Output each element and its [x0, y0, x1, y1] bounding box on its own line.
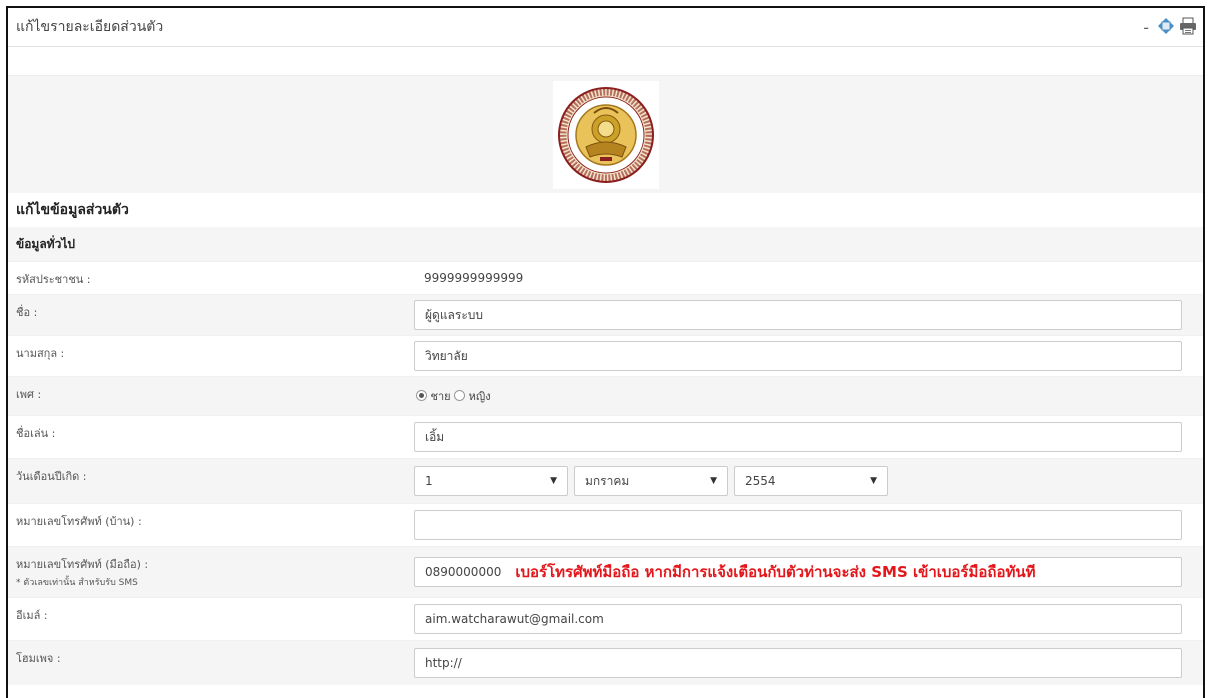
chevron-down-icon: ▼ [870, 476, 877, 486]
homepage-input[interactable]: http:// [414, 648, 1182, 678]
row-first-name: ชื่อ : ผู้ดูแลระบบ [8, 294, 1203, 335]
window-tools: - [1143, 17, 1197, 38]
logo-box [552, 80, 659, 189]
logo-row [8, 75, 1203, 193]
gender-male-radio[interactable] [416, 390, 427, 401]
mobile-phone-label: หมายเลขโทรศัพท์ (มือถือ) : [16, 558, 149, 571]
first-name-input[interactable]: ผู้ดูแลระบบ [414, 300, 1182, 330]
first-name-label: ชื่อ : [16, 306, 38, 319]
chevron-down-icon: ▼ [710, 476, 717, 486]
print-icon[interactable] [1179, 17, 1197, 38]
last-name-input[interactable]: วิทยาลัย [414, 341, 1182, 371]
birth-day-value: 1 [425, 474, 433, 488]
chevron-down-icon: ▼ [550, 476, 557, 486]
birth-year-select[interactable]: 2554 ▼ [734, 466, 888, 496]
home-phone-label: หมายเลขโทรศัพท์ (บ้าน) : [16, 515, 142, 528]
window-title: แก้ไขรายละเอียดส่วนตัว [16, 19, 164, 35]
last-name-label: นามสกุล : [16, 347, 65, 360]
mobile-phone-input[interactable]: 0890000000 เบอร์โทรศัพท์มือถือ หากมีการแ… [414, 557, 1182, 587]
window-frame: แก้ไขรายละเอียดส่วนตัว - แก้ไขข้อมูลส่วน… [6, 6, 1205, 698]
gender-options: ชาย หญิง [414, 387, 491, 405]
birth-year-value: 2554 [745, 474, 776, 488]
nickname-input[interactable]: เอิ้ม [414, 422, 1182, 452]
citizen-id-label: รหัสประชาชน : [16, 273, 91, 286]
birth-day-select[interactable]: 1 ▼ [414, 466, 568, 496]
home-phone-input[interactable] [414, 510, 1182, 540]
gender-female-radio[interactable] [454, 390, 466, 401]
row-home-phone: หมายเลขโทรศัพท์ (บ้าน) : [8, 503, 1203, 546]
mobile-phone-label-block: หมายเลขโทรศัพท์ (มือถือ) : * ตัวเลขเท่าน… [8, 547, 414, 597]
sms-notice: เบอร์โทรศัพท์มือถือ หากมีการแจ้งเตือนกับ… [515, 563, 1036, 581]
mobile-phone-value: 0890000000 [425, 565, 502, 579]
row-birthdate: วันเดือนปีเกิด : 1 ▼ มกราคม ▼ 2554 ▼ [8, 458, 1203, 503]
section-general: ข้อมูลทั่วไป [8, 227, 1203, 261]
form-heading: แก้ไขข้อมูลส่วนตัว [8, 193, 1203, 227]
birth-month-value: มกราคม [585, 473, 630, 488]
row-citizen-id: รหัสประชาชน : 9999999999999 [8, 261, 1203, 294]
row-last-name: นามสกุล : วิทยาลัย [8, 335, 1203, 376]
move-icon[interactable] [1157, 17, 1175, 38]
row-email: อีเมล์ : aim.watcharawut@gmail.com [8, 597, 1203, 640]
top-spacer [8, 47, 1203, 75]
nickname-label: ชื่อเล่น : [16, 427, 56, 440]
email-input[interactable]: aim.watcharawut@gmail.com [414, 604, 1182, 634]
gender-label: เพศ : [16, 388, 42, 401]
minimize-button[interactable]: - [1143, 18, 1149, 37]
citizen-id-value: 9999999999999 [424, 271, 524, 285]
gender-male-label[interactable]: ชาย [431, 390, 451, 403]
row-gender: เพศ : ชาย หญิง [8, 376, 1203, 415]
row-nickname: ชื่อเล่น : เอิ้ม [8, 415, 1203, 458]
gender-female-label[interactable]: หญิง [469, 390, 491, 403]
window-titlebar: แก้ไขรายละเอียดส่วนตัว - [8, 8, 1203, 47]
homepage-label: โฮมเพจ : [16, 652, 61, 665]
email-label: อีเมล์ : [16, 609, 48, 622]
row-mobile-phone: หมายเลขโทรศัพท์ (มือถือ) : * ตัวเลขเท่าน… [8, 546, 1203, 597]
vec-emblem-logo [557, 86, 654, 183]
birthdate-label: วันเดือนปีเกิด : [16, 470, 87, 483]
mobile-phone-note: * ตัวเลขเท่านั้น สำหรับรับ SMS [16, 578, 138, 588]
row-homepage: โฮมเพจ : http:// [8, 640, 1203, 685]
birth-month-select[interactable]: มกราคม ▼ [574, 466, 728, 496]
